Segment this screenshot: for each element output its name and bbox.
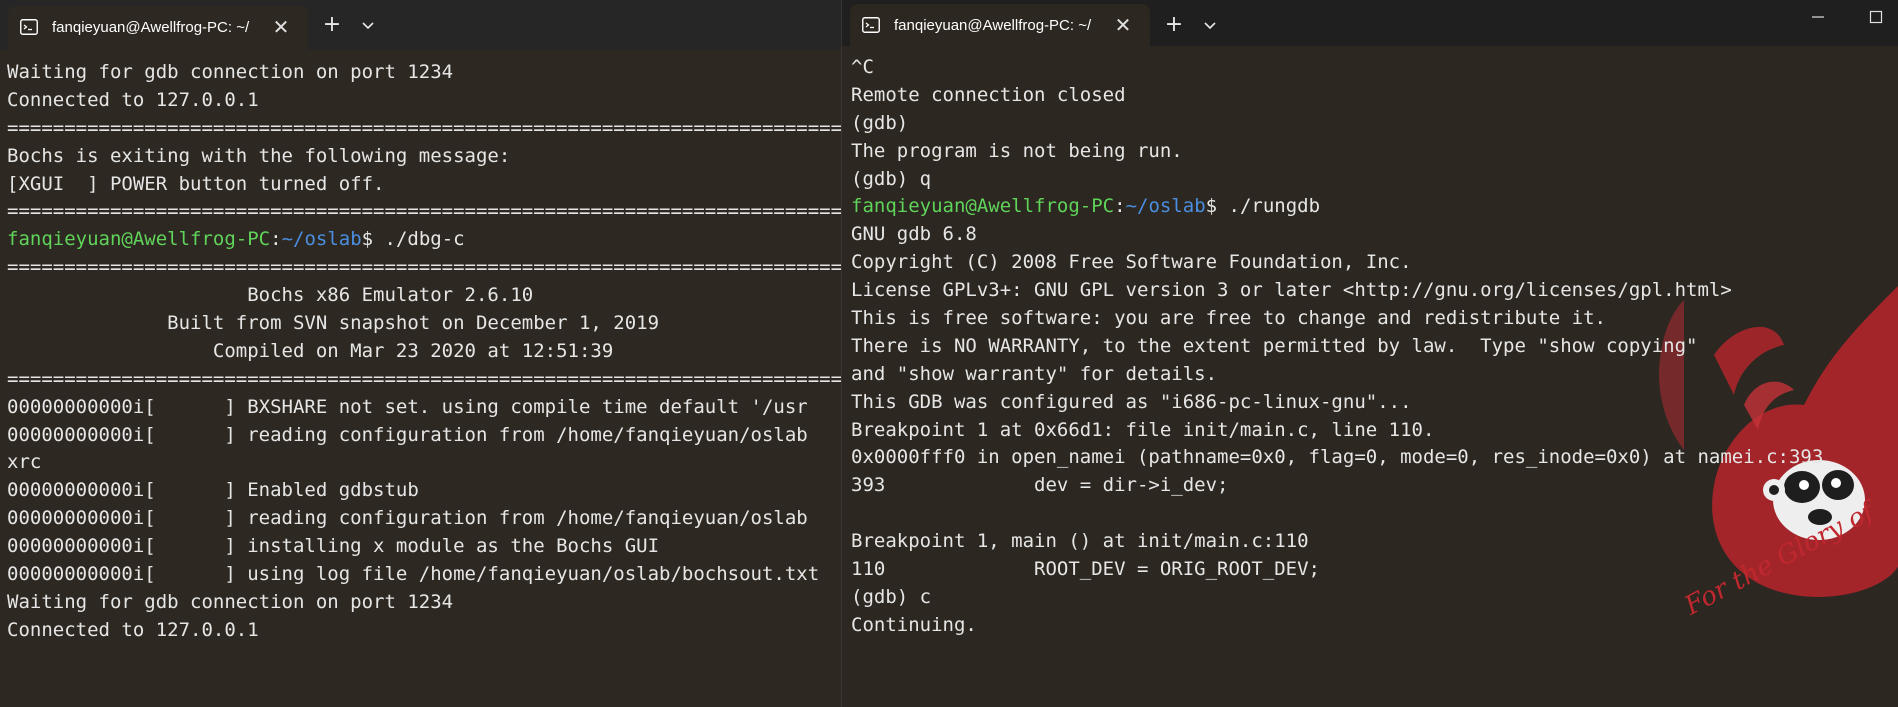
- terminal-line: [XGUI ] POWER button turned off.: [7, 172, 385, 195]
- terminal-line: 00000000000i[ ] installing x module as t…: [7, 535, 660, 558]
- left-terminal-output[interactable]: Waiting for gdb connection on port 1234 C…: [7, 59, 842, 645]
- terminal-line: GNU gdb 6.8: [851, 223, 977, 246]
- shell-prompt-line: fanqieyuan@Awellfrog-PC:~/oslab$ ./dbg-c: [7, 226, 842, 254]
- prompt-command: ./dbg-c: [373, 228, 465, 251]
- terminal-line: License GPLv3+: GNU GPL version 3 or lat…: [851, 279, 1732, 302]
- terminal-line: and "show warranty" for details.: [851, 362, 1218, 385]
- terminal-line: Waiting for gdb connection on port 1234: [7, 590, 454, 613]
- terminal-line: Compiled on Mar 23 2020 at 12:51:39: [7, 339, 614, 362]
- prompt-separator: :: [270, 228, 282, 251]
- terminal-line: There is NO WARRANTY, to the extent perm…: [851, 334, 1698, 357]
- terminal-line: ========================================…: [7, 116, 842, 139]
- terminal-line: 393 dev = dir->i_dev;: [851, 474, 1229, 497]
- terminal-line: Breakpoint 1, main () at init/main.c:110: [851, 530, 1309, 553]
- chevron-down-icon[interactable]: [358, 14, 378, 38]
- terminal-line: 00000000000i[ ] BXSHARE not set. using c…: [7, 395, 808, 418]
- prompt-path: ~/oslab: [281, 228, 362, 251]
- left-title-bar[interactable]: fanqieyuan@Awellfrog-PC: ~/ ✕ +: [0, 0, 842, 50]
- terminal-line: Connected to 127.0.0.1: [7, 618, 259, 641]
- left-tab-title: fanqieyuan@Awellfrog-PC: ~/: [52, 19, 250, 36]
- terminal-line: Remote connection closed: [851, 83, 1126, 106]
- close-tab-icon[interactable]: ✕: [1112, 14, 1134, 36]
- terminal-line: 00000000000i[ ] reading configuration fr…: [7, 507, 808, 530]
- terminal-line: Bochs is exiting with the following mess…: [7, 144, 511, 167]
- terminal-line: 00000000000i[ ] reading configuration fr…: [7, 423, 808, 446]
- right-terminal-output[interactable]: ^C Remote connection closed (gdb) The progr…: [851, 54, 1823, 640]
- prompt-symbol: $: [1205, 195, 1218, 218]
- terminal-line: Bochs x86 Emulator 2.6.10: [7, 284, 534, 307]
- terminal-line: Waiting for gdb connection on port 1234: [7, 61, 454, 83]
- terminal-line: 00000000000i[ ] Enabled gdbstub: [7, 479, 419, 502]
- new-tab-button[interactable]: +: [1162, 14, 1186, 38]
- prompt-symbol: $: [361, 228, 374, 251]
- prompt-user: fanqieyuan@Awellfrog-PC: [7, 228, 271, 251]
- left-terminal-tab[interactable]: fanqieyuan@Awellfrog-PC: ~/ ✕: [8, 6, 308, 50]
- terminal-line: xrc: [7, 451, 42, 474]
- terminal-line: 0x0000fff0 in open_namei (pathname=0x0, …: [851, 446, 1824, 469]
- terminal-line: Connected to 127.0.0.1: [7, 88, 259, 111]
- minimize-icon[interactable]: [1807, 6, 1829, 28]
- terminal-line: Built from SVN snapshot on December 1, 2…: [7, 312, 660, 335]
- terminal-line: (gdb): [851, 111, 909, 134]
- shell-prompt-line: fanqieyuan@Awellfrog-PC:~/oslab$ ./rungd…: [851, 193, 1823, 221]
- terminal-icon: [20, 19, 38, 35]
- terminal-line: The program is not being run.: [851, 139, 1183, 162]
- right-title-bar[interactable]: fanqieyuan@Awellfrog-PC: ~/ ✕ +: [842, 0, 1898, 46]
- new-tab-button[interactable]: +: [320, 14, 344, 38]
- prompt-command: ./rungdb: [1217, 195, 1321, 218]
- terminal-line: ^C: [851, 56, 874, 78]
- terminal-line: (gdb) q: [851, 167, 932, 190]
- terminal-line: ========================================…: [7, 200, 842, 223]
- terminal-line: 110 ROOT_DEV = ORIG_ROOT_DEV;: [851, 558, 1320, 581]
- terminal-line: ========================================…: [7, 256, 842, 279]
- terminal-line: ========================================…: [7, 367, 842, 390]
- terminal-icon: [862, 17, 880, 33]
- terminal-line: Breakpoint 1 at 0x66d1: file init/main.c…: [851, 418, 1435, 441]
- terminal-line: (gdb) c: [851, 585, 932, 608]
- left-terminal-window[interactable]: fanqieyuan@Awellfrog-PC: ~/ ✕ + Waiting …: [0, 0, 842, 707]
- terminal-line: This is free software: you are free to c…: [851, 307, 1606, 330]
- close-tab-icon[interactable]: ✕: [270, 16, 292, 38]
- terminal-line: 00000000000i[ ] using log file /home/fan…: [7, 563, 820, 586]
- right-tab-title: fanqieyuan@Awellfrog-PC: ~/: [894, 17, 1092, 34]
- prompt-user: fanqieyuan@Awellfrog-PC: [851, 195, 1115, 218]
- terminal-line: This GDB was configured as "i686-pc-linu…: [851, 390, 1412, 413]
- maximize-icon[interactable]: [1865, 6, 1887, 28]
- prompt-separator: :: [1114, 195, 1126, 218]
- right-terminal-window[interactable]: fanqieyuan@Awellfrog-PC: ~/ ✕ + For the …: [841, 0, 1898, 707]
- chevron-down-icon[interactable]: [1200, 14, 1220, 38]
- right-terminal-tab[interactable]: fanqieyuan@Awellfrog-PC: ~/ ✕: [850, 4, 1150, 46]
- terminal-line: Copyright (C) 2008 Free Software Foundat…: [851, 251, 1412, 274]
- prompt-path: ~/oslab: [1125, 195, 1206, 218]
- terminal-line: Continuing.: [851, 613, 977, 636]
